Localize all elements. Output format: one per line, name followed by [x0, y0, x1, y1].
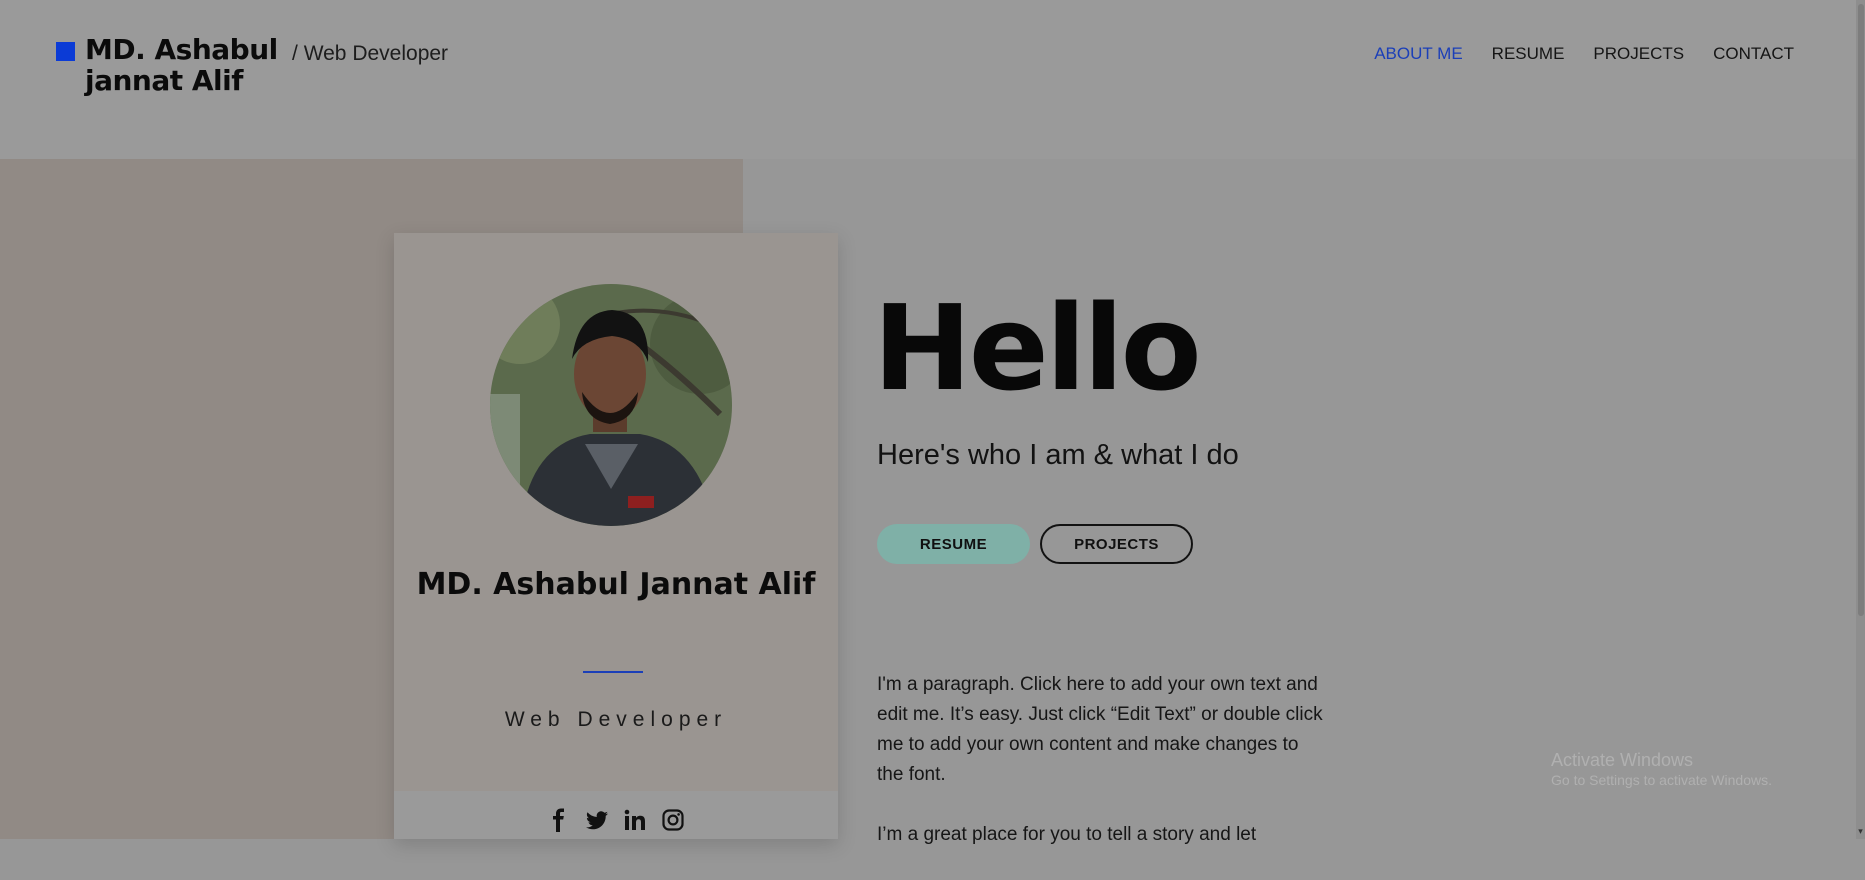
projects-button[interactable]: PROJECTS	[1040, 524, 1193, 564]
site-name[interactable]: MD. Ashabul jannat Alif	[85, 34, 285, 96]
resume-button[interactable]: RESUME	[877, 524, 1030, 564]
nav-contact[interactable]: CONTACT	[1713, 44, 1794, 64]
scrollbar-thumb[interactable]	[1858, 4, 1864, 616]
twitter-icon[interactable]	[584, 807, 610, 833]
nav-projects[interactable]: PROJECTS	[1593, 44, 1684, 64]
hero-tagline: Here's who I am & what I do	[877, 439, 1239, 471]
facebook-icon[interactable]	[546, 807, 572, 833]
paragraph: I'm a paragraph. Click here to add your …	[877, 674, 1323, 785]
linkedin-icon[interactable]	[622, 807, 648, 833]
nav-about-me[interactable]: ABOUT ME	[1374, 44, 1462, 64]
hero-title: Hello	[873, 279, 1202, 417]
logo-square-icon	[56, 42, 75, 61]
social-links	[394, 807, 838, 833]
avatar	[490, 284, 732, 526]
site-role: / Web Developer	[292, 42, 448, 66]
main-nav: ABOUT ME RESUME PROJECTS CONTACT	[1374, 44, 1794, 64]
watermark-subtitle: Go to Settings to activate Windows.	[1551, 772, 1772, 788]
watermark-title: Activate Windows	[1551, 750, 1694, 770]
windows-activation-watermark: Activate Windows Go to Settings to activ…	[1551, 749, 1772, 789]
intro-text: I'm a paragraph. Click here to add your …	[877, 670, 1327, 880]
paragraph: I’m a great place for you to tell a stor…	[877, 824, 1257, 845]
avatar-photo	[490, 284, 732, 526]
scroll-down-arrow-icon[interactable]: ▾	[1856, 826, 1865, 838]
divider	[583, 671, 643, 673]
nav-resume[interactable]: RESUME	[1492, 44, 1565, 64]
site-role-text: Web Developer	[303, 42, 449, 65]
profile-name: MD. Ashabul Jannat Alif	[416, 567, 816, 602]
instagram-icon[interactable]	[660, 807, 686, 833]
separator: /	[292, 42, 298, 65]
profile-role: Web Developer	[504, 708, 728, 731]
profile-card: MD. Ashabul Jannat Alif Web Developer	[394, 233, 838, 839]
